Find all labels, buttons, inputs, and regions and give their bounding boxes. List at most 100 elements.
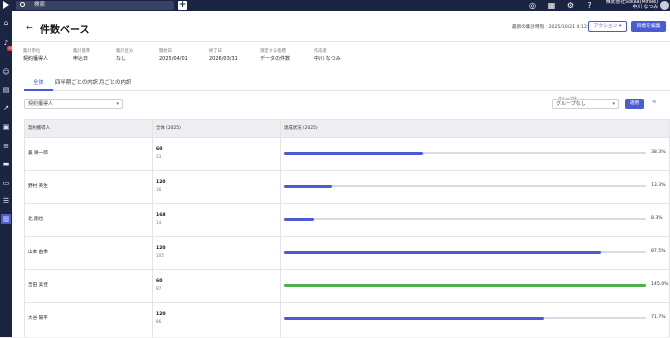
meta-value: 2025/04/01 <box>159 56 188 62</box>
actual-value: 16 <box>156 187 162 192</box>
table-row[interactable]: 山本 由季 120 105 87.5% <box>25 236 669 269</box>
progress-track <box>284 283 646 287</box>
edit-goal-button[interactable]: 目標を編集 <box>631 21 666 32</box>
progress-fill <box>284 250 601 254</box>
app-logo[interactable] <box>3 1 9 9</box>
person-filter-select[interactable]: 契約獲得人 ▾ <box>24 99 123 109</box>
divider <box>12 41 670 42</box>
home-icon[interactable]: ⌂ <box>1 18 11 28</box>
main-content: ← 件数ベース 最新の集計時刻 : 2025/10/21 4:12:42 アクシ… <box>12 11 670 338</box>
progress-percent: 145.0% <box>651 282 669 287</box>
search-icon <box>20 2 25 7</box>
help-icon[interactable]: ? <box>585 1 594 10</box>
sidebar: ⌂ ♪ 14 ☺ ▤ ↗ ▣ ≡ ▬ ▭ ☰ ▥ <box>0 11 14 337</box>
tab-overall[interactable]: 全体 <box>33 79 44 87</box>
tab-monthly[interactable]: 月ごとの内訳 <box>99 79 131 87</box>
table-header: 契約獲得人 全体 (2025) 達成状況 (2025) <box>25 120 669 137</box>
table-row[interactable]: 吉田 美佳 60 87 145.0% <box>25 269 669 302</box>
person-name[interactable]: 野村 英生 <box>28 183 48 189</box>
top-bar: 検索 + ◎ ▦ ⚙ ? 株式会社Sokaa(Mirale) 中川 なつみ <box>0 0 670 11</box>
progress-track <box>284 184 646 188</box>
reset-icon[interactable]: ⟲ <box>652 100 656 105</box>
target-value: 60 <box>156 279 163 284</box>
target-value: 120 <box>156 180 166 185</box>
meta-basis: 集計基準 申込日 <box>73 49 90 64</box>
last-updated: 最新の集計時刻 : 2025/10/21 4:12:42 <box>512 25 595 30</box>
apply-button[interactable]: 適用 <box>625 99 644 109</box>
progress-track <box>284 151 646 155</box>
progress-track <box>284 250 646 254</box>
trend-icon[interactable]: ↗ <box>1 103 11 113</box>
table-row[interactable]: 北 翔也 168 14 8.3% <box>25 203 669 236</box>
chevron-down-icon: ▾ <box>116 101 119 107</box>
target-value: 120 <box>156 246 166 251</box>
actual-value: 105 <box>156 253 164 258</box>
meta-value: なし <box>116 56 127 62</box>
back-arrow-icon[interactable]: ← <box>26 23 33 32</box>
card-icon[interactable]: ▭ <box>1 178 11 188</box>
progress-fill <box>284 184 333 188</box>
progress-track <box>284 316 646 320</box>
user-circle-icon[interactable]: ☺ <box>1 67 11 77</box>
meta-category: 集計区分 なし <box>116 49 133 64</box>
user-name: 中川 なつみ <box>632 5 658 11</box>
folder-icon[interactable]: ▬ <box>1 159 11 169</box>
search-placeholder: 検索 <box>34 2 46 8</box>
add-button[interactable]: + <box>178 1 187 10</box>
progress-fill <box>284 283 646 287</box>
account-info[interactable]: 株式会社Sokaa(Mirale) 中川 なつみ <box>602 0 658 10</box>
person-name[interactable]: 山本 由季 <box>28 249 48 255</box>
checklist-icon[interactable]: ☰ <box>1 196 11 206</box>
person-name[interactable]: 北 翔也 <box>28 216 43 222</box>
column-header-total: 全体 (2025) <box>156 126 181 131</box>
avatar[interactable] <box>660 1 669 10</box>
table-row[interactable]: 野村 英生 120 16 13.3% <box>25 170 669 203</box>
progress-percent: 8.3% <box>651 216 663 221</box>
tab-quarterly[interactable]: 四半期ごとの内訳 <box>55 79 98 87</box>
meta-value: 中川 なつみ <box>314 56 341 62</box>
progress-fill <box>284 316 544 320</box>
meta-end-date: 終了日 2026/03/31 <box>209 49 238 64</box>
progress-percent: 71.7% <box>651 315 666 320</box>
meta-value: 申込日 <box>73 56 89 62</box>
action-button[interactable]: アクション ▾ <box>588 21 627 32</box>
document-icon[interactable]: ▤ <box>1 85 11 95</box>
table-row[interactable]: 大谷 陽平 120 86 71.7% <box>25 302 669 335</box>
gear-icon[interactable]: ⚙ <box>566 1 575 10</box>
search-input[interactable]: 検索 <box>16 1 174 10</box>
column-header-progress: 達成状況 (2025) <box>284 126 318 131</box>
person-card-icon[interactable]: ▣ <box>1 122 11 132</box>
meta-value: 2026/03/31 <box>209 56 238 62</box>
actual-value: 23 <box>156 154 162 159</box>
check-circle-icon[interactable]: ◎ <box>528 1 537 10</box>
target-value: 60 <box>156 147 163 152</box>
bar-chart-icon[interactable]: ▥ <box>1 214 11 224</box>
actual-value: 87 <box>156 286 162 291</box>
list-edit-icon[interactable]: ≡ <box>1 141 11 151</box>
progress-fill <box>284 217 315 221</box>
active-tab-indicator <box>24 89 53 91</box>
column-header-person: 契約獲得人 <box>28 126 50 131</box>
actual-value: 14 <box>156 220 162 225</box>
group-by-value: グループなし <box>556 101 586 107</box>
target-value: 168 <box>156 213 166 218</box>
meta-creator: 作成者 中川 なつみ <box>314 49 341 64</box>
person-name[interactable]: 大谷 陽平 <box>28 315 48 321</box>
calendar-icon[interactable]: ▦ <box>547 1 556 10</box>
progress-table: 契約獲得人 全体 (2025) 達成状況 (2025) 兼 咲一郎 60 23 38.… <box>24 119 670 338</box>
table-row[interactable]: 兼 咲一郎 60 23 38.3% <box>25 137 669 170</box>
progress-track <box>284 217 646 221</box>
person-name[interactable]: 兼 咲一郎 <box>28 150 48 156</box>
progress-fill <box>284 151 423 155</box>
progress-percent: 87.5% <box>651 249 666 254</box>
tabs-divider <box>24 90 670 91</box>
meta-unit: 集計単位 契約獲得人 <box>23 49 48 64</box>
actual-value: 86 <box>156 319 162 324</box>
meta-value: 契約獲得人 <box>23 56 49 62</box>
chevron-down-icon: ▾ <box>612 101 615 107</box>
progress-percent: 13.3% <box>651 183 666 188</box>
meta-start-date: 開始日 2025/04/01 <box>159 49 188 64</box>
target-value: 120 <box>156 312 166 317</box>
group-by-select[interactable]: グループなし ▾ <box>552 99 619 109</box>
person-name[interactable]: 吉田 美佳 <box>28 282 48 288</box>
